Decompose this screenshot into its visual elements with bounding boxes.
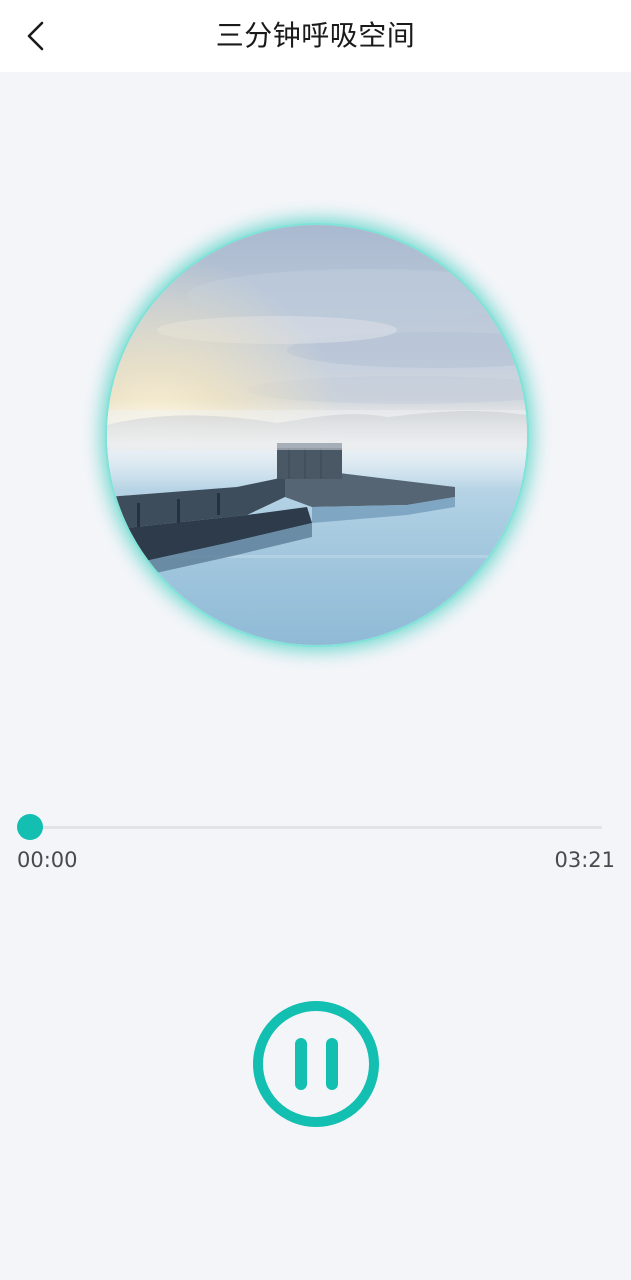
chevron-left-icon bbox=[27, 21, 44, 51]
pause-icon bbox=[294, 1038, 307, 1090]
progress-thumb[interactable] bbox=[17, 814, 43, 840]
pause-icon bbox=[325, 1038, 338, 1090]
landscape-artwork bbox=[107, 225, 527, 645]
player-screen: 三分钟呼吸空间 00:00 03:21 bbox=[0, 0, 631, 1280]
progress-bar[interactable] bbox=[28, 826, 602, 829]
pause-button[interactable] bbox=[253, 1001, 379, 1127]
page-title: 三分钟呼吸空间 bbox=[215, 19, 416, 52]
current-time: 00:00 bbox=[17, 848, 78, 872]
total-time: 03:21 bbox=[554, 848, 615, 872]
back-button[interactable] bbox=[14, 14, 58, 58]
cover-artwork bbox=[107, 225, 527, 645]
top-bar: 三分钟呼吸空间 bbox=[0, 0, 631, 72]
